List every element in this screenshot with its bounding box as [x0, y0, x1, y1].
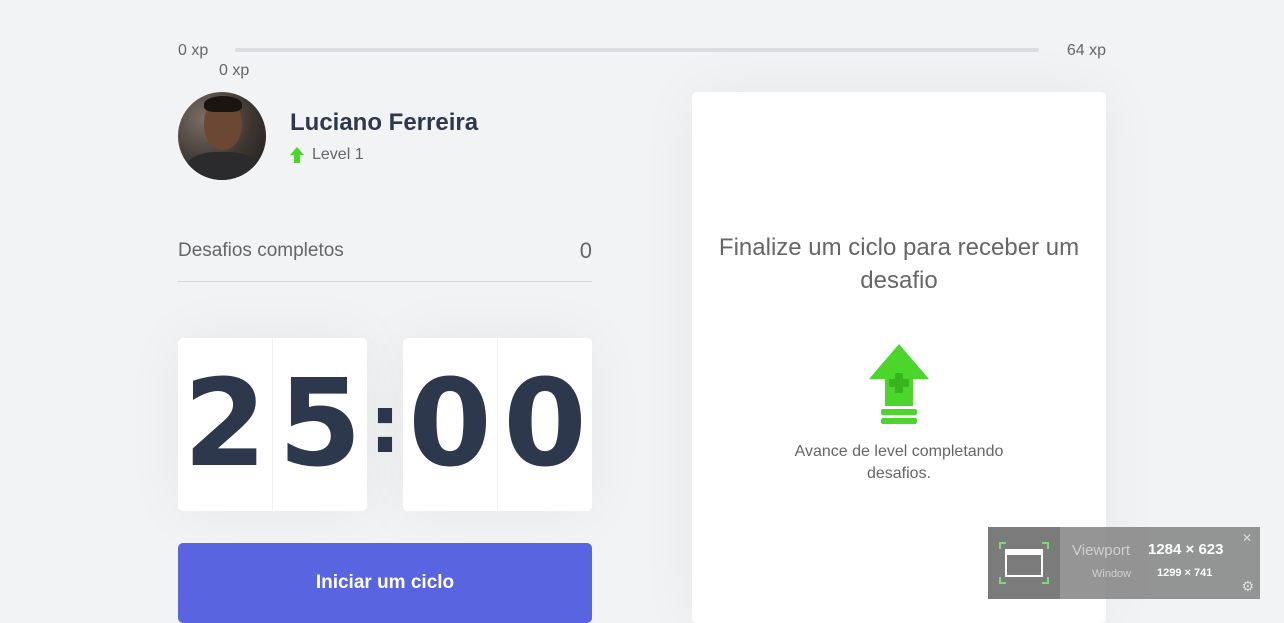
minute-digit-right: 5 [278, 355, 362, 494]
challenge-box-description: Avance de level completando desafios. [794, 443, 1004, 482]
completed-challenges-label: Desafios completos [178, 240, 344, 261]
viewport-size-overlay: Viewport 1284 × 623 Window 1299 × 741 ✕ … [988, 527, 1260, 599]
countdown: 2 5 : 0 0 [178, 338, 592, 511]
completed-challenges: Desafios completos 0 [178, 236, 592, 282]
gear-icon[interactable]: ⚙ [1241, 578, 1254, 595]
start-cycle-button[interactable]: Iniciar um ciclo [178, 543, 592, 623]
profile: Luciano Ferreira Level 1 [178, 92, 592, 180]
second-digit-left: 0 [403, 338, 498, 511]
minute-digit-left: 2 [178, 338, 273, 511]
profile-level: Level 1 [290, 146, 364, 164]
countdown-seconds: 0 0 [403, 338, 592, 511]
second-digit-right: 0 [503, 355, 587, 494]
xp-max-label: 64 xp [1066, 42, 1106, 59]
window-label: Window [1092, 568, 1132, 580]
xp-progress-track [235, 48, 1039, 52]
profile-name: Luciano Ferreira [290, 109, 479, 136]
avatar [178, 92, 266, 180]
level-label: Level 1 [312, 146, 364, 163]
experience-bar: 0 xp 0 xp 64 xp [178, 40, 1106, 80]
close-icon[interactable]: ✕ [1242, 531, 1252, 545]
xp-min-label: 0 xp [178, 42, 209, 59]
countdown-separator: : [369, 378, 401, 471]
level-up-arrow-icon [290, 147, 304, 163]
xp-current-label: 0 xp [219, 62, 250, 79]
challenge-box-title: Finalize um ciclo para receber um desafi… [718, 234, 1080, 294]
viewport-label: Viewport [1072, 542, 1131, 559]
window-icon [988, 527, 1060, 599]
countdown-minutes: 2 5 [178, 338, 367, 511]
completed-challenges-count: 0 [579, 238, 592, 263]
level-up-icon [869, 344, 929, 424]
window-value: 1299 × 741 [1157, 567, 1213, 579]
viewport-value: 1284 × 623 [1148, 541, 1224, 558]
